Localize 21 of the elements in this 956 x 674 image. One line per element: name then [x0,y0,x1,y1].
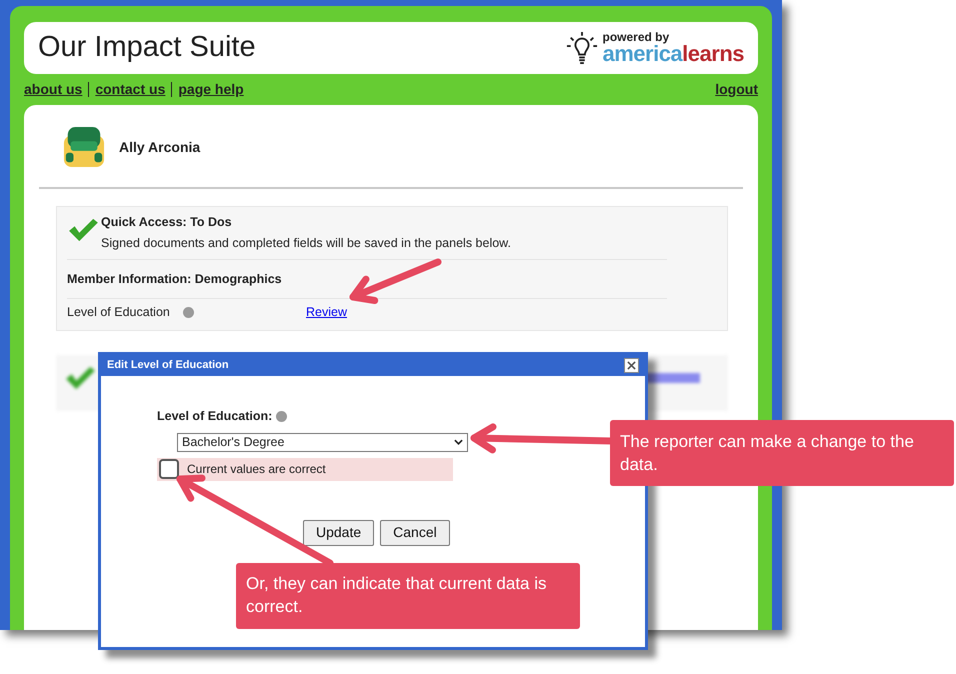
field-label: Level of Education: [157,408,272,425]
brand-logo-text: americalearns [602,43,744,65]
checkbox-label: Current values are correct [187,461,326,478]
section-title: Quick Access: To Dos [101,214,233,231]
group-heading: Member Information: Demographics [67,272,282,286]
user-name: Ally Arconia [119,138,200,157]
nav-link[interactable]: contact us [95,79,166,100]
dialog-title: Edit Level of Education [107,358,229,374]
field-label: Level of Education [67,304,171,321]
dialog-button[interactable]: Update [303,520,374,546]
callout: Or, they can indicate that current data is correct. [236,563,580,629]
section-description: Signed documents and completed fields will be saved in the panels below. [101,234,511,252]
app-title: Our Impact Suite [38,30,256,66]
callout: The reporter can make a change to the data. [610,420,954,486]
review-link[interactable]: Review [306,302,347,322]
education-select[interactable]: Bachelor's Degree [177,432,468,452]
logout-link[interactable]: logout [715,79,758,100]
powered-by-text: powered by [602,31,670,43]
dialog-button[interactable]: Cancel [380,520,450,546]
nav-link[interactable]: page help [178,79,244,100]
nav-link[interactable]: about us [24,79,82,100]
